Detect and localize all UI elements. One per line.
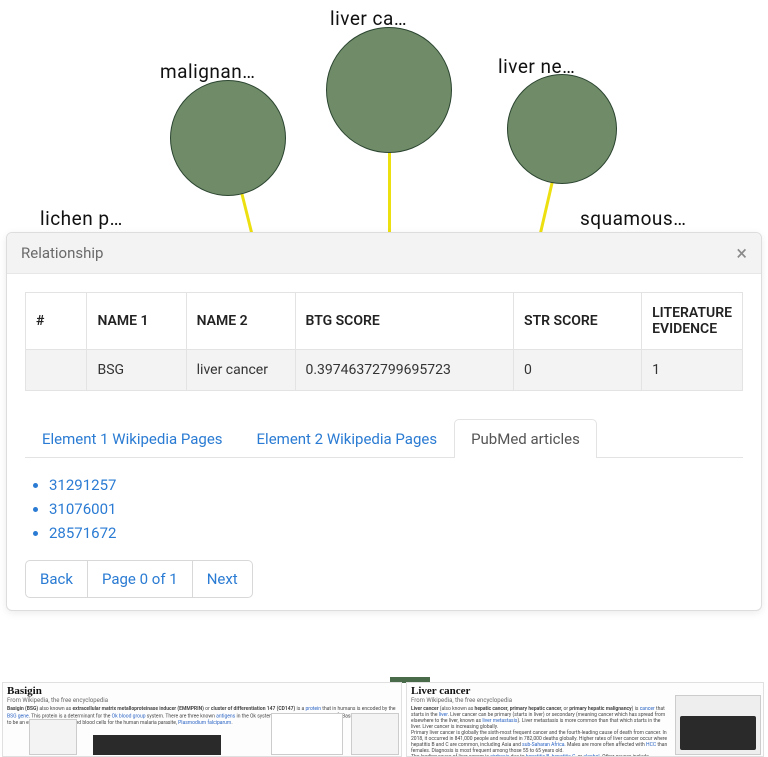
preview-text: Liver cancer (also known as hepatic canc… [411, 706, 669, 757]
wiki-preview-left[interactable]: Basigin From Wikipedia, the free encyclo… [2, 682, 402, 757]
page-preview-strip: Basigin From Wikipedia, the free encyclo… [0, 682, 768, 757]
th-index: # [26, 293, 87, 350]
pubmed-link[interactable]: 28571672 [49, 524, 116, 542]
tab-wiki-2[interactable]: Element 2 Wikipedia Pages [240, 419, 455, 458]
tab-pubmed[interactable]: PubMed articles [454, 419, 597, 458]
node-label: lichen p… [40, 207, 123, 230]
node-label: malignan… [160, 60, 255, 83]
preview-title: Basigin [7, 685, 397, 697]
close-icon[interactable]: × [736, 243, 747, 263]
table-header-row: # NAME 1 NAME 2 BTG SCORE STR SCORE LITE… [26, 293, 743, 350]
cell-str: 0 [514, 350, 642, 391]
th-name2: NAME 2 [186, 293, 295, 350]
cell-name1: BSG [87, 350, 186, 391]
thumb-figure [29, 719, 77, 755]
graph-node[interactable] [170, 80, 286, 196]
panel-title: Relationship [21, 244, 103, 262]
detail-tabs: Element 1 Wikipedia Pages Element 2 Wiki… [25, 419, 743, 458]
node-label: squamous… [580, 207, 686, 230]
thumb-figure [93, 735, 221, 755]
th-name1: NAME 1 [87, 293, 186, 350]
th-btg: BTG SCORE [295, 293, 514, 350]
pubmed-link[interactable]: 31291257 [49, 476, 116, 494]
preview-sub: From Wikipedia, the free encyclopedia [7, 697, 397, 704]
pubmed-list: 31291257 31076001 28571672 [49, 476, 743, 542]
node-label: liver ca… [330, 7, 407, 30]
pubmed-article: 28571672 [49, 524, 743, 542]
cell-index [26, 350, 87, 391]
node-label: liver ne… [498, 55, 575, 78]
thumb-figure [680, 716, 756, 750]
pager: Back Page 0 of 1 Next [25, 560, 743, 598]
graph-node[interactable] [507, 74, 617, 184]
relationship-graph: liver ca… malignan… liver ne… lichen p… … [0, 0, 768, 260]
pubmed-link[interactable]: 31076001 [49, 500, 116, 518]
th-lit: LITERATURE EVIDENCE [642, 293, 743, 350]
wiki-preview-right[interactable]: Liver cancer From Wikipedia, the free en… [406, 682, 764, 757]
cell-name2: liver cancer [186, 350, 295, 391]
graph-node[interactable] [326, 27, 452, 153]
table-row[interactable]: BSG liver cancer 0.39746372799695723 0 1 [26, 350, 743, 391]
relationship-panel: Relationship × # NAME 1 NAME 2 BTG SCORE… [6, 232, 762, 611]
next-button[interactable]: Next [193, 560, 253, 598]
thumb-figure [351, 713, 399, 755]
thumb-figure [271, 713, 343, 755]
cell-btg: 0.39746372799695723 [295, 350, 514, 391]
back-button[interactable]: Back [25, 560, 88, 598]
tab-wiki-1[interactable]: Element 1 Wikipedia Pages [25, 419, 240, 458]
pubmed-article: 31291257 [49, 476, 743, 494]
relationship-table: # NAME 1 NAME 2 BTG SCORE STR SCORE LITE… [25, 292, 743, 391]
th-str: STR SCORE [514, 293, 642, 350]
thumb-infobox [675, 695, 761, 755]
panel-body: # NAME 1 NAME 2 BTG SCORE STR SCORE LITE… [7, 274, 761, 610]
cell-lit: 1 [642, 350, 743, 391]
panel-header: Relationship × [7, 233, 761, 274]
page-label: Page 0 of 1 [88, 560, 193, 598]
pubmed-article: 31076001 [49, 500, 743, 518]
